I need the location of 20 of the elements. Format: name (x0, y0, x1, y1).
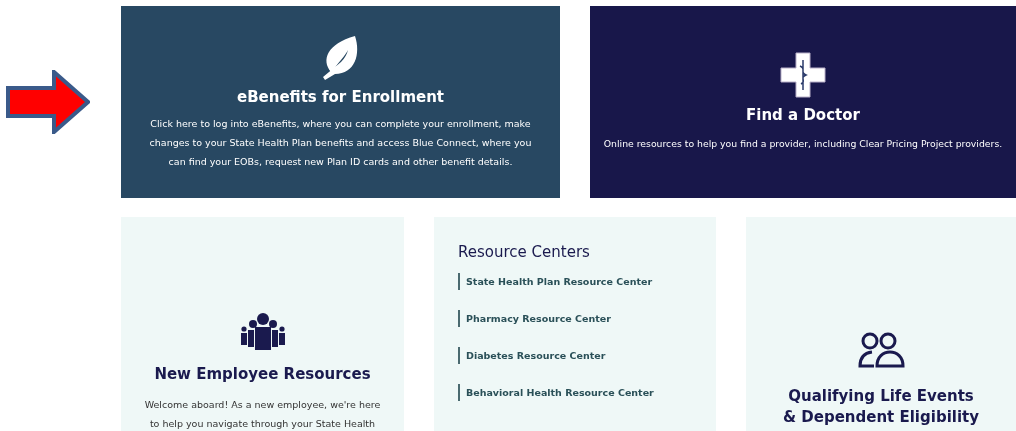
card-title: New Employee Resources (154, 365, 371, 383)
arrow-icon (6, 70, 90, 134)
card-background[interactable]: Qualifying Life Events & Dependent Eligibility (746, 217, 1016, 431)
people-icon (857, 332, 905, 368)
section-title: Resource Centers (458, 243, 591, 261)
card-background[interactable]: Find a Doctor Online resources to help you find a provider, including Clear Pricing Project providers. (590, 6, 1016, 198)
medical-cross-icon (780, 51, 826, 98)
resource-link[interactable]: State Health Plan Resource Center (458, 273, 692, 290)
card-title: Find a Doctor (746, 105, 860, 124)
resource-link[interactable]: Pharmacy Resource Center (458, 310, 692, 327)
card-description: Online resources to help you find a provider, including Clear Pricing Project providers. (603, 136, 1003, 151)
card-description: Click here to log into eBenefits, where you can complete your enrollment, make changes to your State Health Plan benefits and access Blue Connect, where you can find your EOBs, request new Plan ID cards and other benefit details. (148, 116, 533, 169)
card-background[interactable]: New Employee Resources Welcome aboard! As a new employee, we're here to help you navigate through your State Health (121, 217, 404, 431)
card-title: eBenefits for Enrollment (236, 87, 445, 106)
group-icon (239, 313, 286, 351)
card-description: Welcome aboard! As a new employee, we're here to help you navigate through your State Health (143, 398, 382, 431)
card-background[interactable] (121, 6, 560, 198)
resource-link[interactable]: Behavioral Health Resource Center (458, 384, 692, 401)
card-title: Qualifying Life Events & Dependent Eligibility (782, 386, 980, 428)
resource-link[interactable]: Diabetes Resource Center (458, 347, 692, 364)
